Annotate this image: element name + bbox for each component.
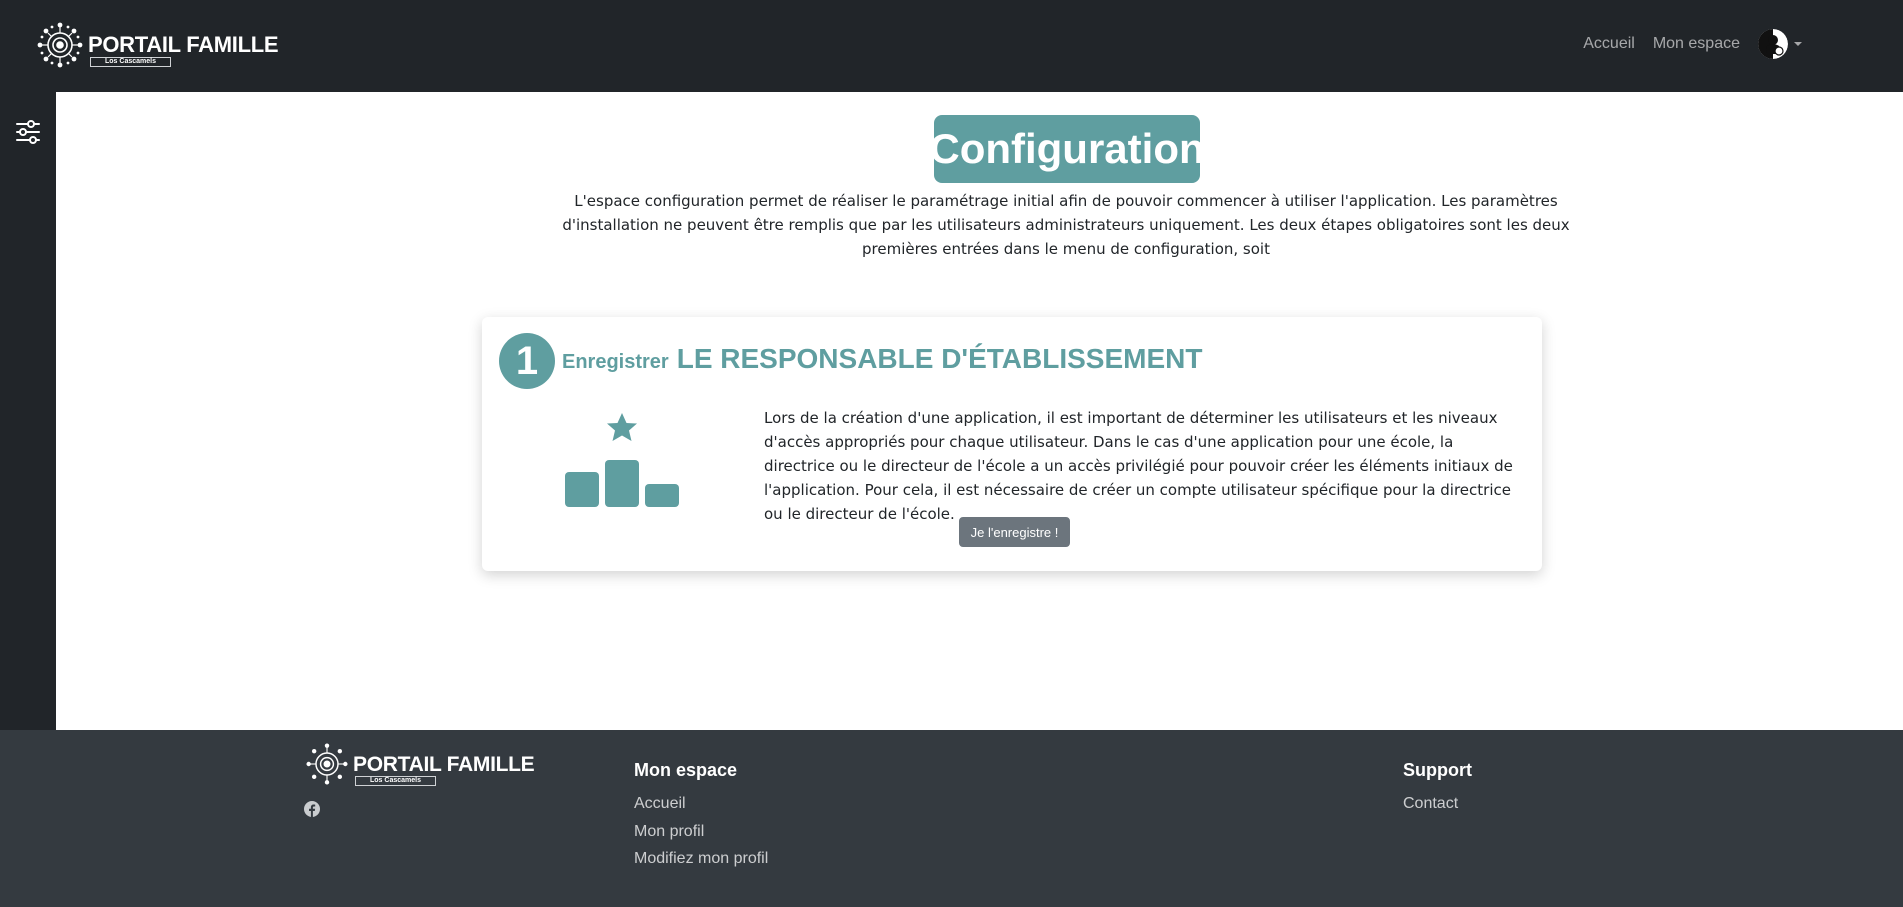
step-description: Lors de la création d'une application, i… <box>764 409 1513 523</box>
footer-heading-mon-espace: Mon espace <box>634 760 738 780</box>
step-heading: Enregistrer LE RESPONSABLE D'ÉTABLISSEME… <box>562 343 1202 375</box>
footer-column-mon-espace: Mon espace Accueil Mon profil Modifiez m… <box>634 760 768 873</box>
footer-brand-subtitle: Los Cascamels <box>355 776 436 786</box>
top-nav: Accueil Mon espace <box>1583 0 1903 88</box>
footer-column-support: Support Contact <box>1403 760 1472 818</box>
footer-link-contact[interactable]: Contact <box>1403 790 1472 818</box>
step-verb: Enregistrer <box>562 351 669 373</box>
brand-title: PORTAIL FAMILLE <box>88 32 279 57</box>
main-content: Configuration L'espace configuration per… <box>56 92 1903 730</box>
step-title: LE RESPONSABLE D'ÉTABLISSEMENT <box>676 343 1203 374</box>
user-avatar-icon <box>1758 29 1788 59</box>
nav-link-accueil[interactable]: Accueil <box>1583 35 1635 53</box>
step-number-badge: 1 <box>499 333 555 389</box>
page-title: Configuration <box>929 125 1205 172</box>
mandala-logo-icon <box>37 22 83 68</box>
footer-brand-title: PORTAIL FAMILLE <box>353 753 535 776</box>
sidebar <box>0 92 56 730</box>
facebook-icon[interactable] <box>304 801 320 817</box>
register-button[interactable]: Je l'enregistre ! <box>959 517 1070 547</box>
podium-star-icon <box>565 413 679 507</box>
footer-link-accueil[interactable]: Accueil <box>634 790 768 818</box>
intro-text: L'espace configuration permet de réalise… <box>562 192 1570 258</box>
brand-logo-link[interactable]: PORTAIL FAMILLE Los Cascamels <box>36 21 279 69</box>
footer: PORTAIL FAMILLE Los Cascamels Mon espace… <box>0 730 1903 907</box>
step-card: 1 Enregistrer LE RESPONSABLE D'ÉTABLISSE… <box>482 317 1542 571</box>
caret-down-icon <box>1794 42 1802 46</box>
footer-link-mon-profil[interactable]: Mon profil <box>634 818 768 846</box>
nav-link-mon-espace[interactable]: Mon espace <box>1653 35 1740 53</box>
brand-subtitle: Los Cascamels <box>90 57 171 67</box>
sliders-icon[interactable] <box>14 118 42 146</box>
footer-heading-support: Support <box>1403 760 1472 780</box>
footer-link-modifiez-profil[interactable]: Modifiez mon profil <box>634 845 768 873</box>
top-navbar: PORTAIL FAMILLE Los Cascamels Accueil Mo… <box>0 0 1903 92</box>
page-title-badge: Configuration <box>929 115 1205 183</box>
footer-brand[interactable]: PORTAIL FAMILLE Los Cascamels <box>305 742 535 786</box>
user-menu-toggle[interactable] <box>1758 29 1802 59</box>
mandala-logo-icon <box>306 743 348 785</box>
